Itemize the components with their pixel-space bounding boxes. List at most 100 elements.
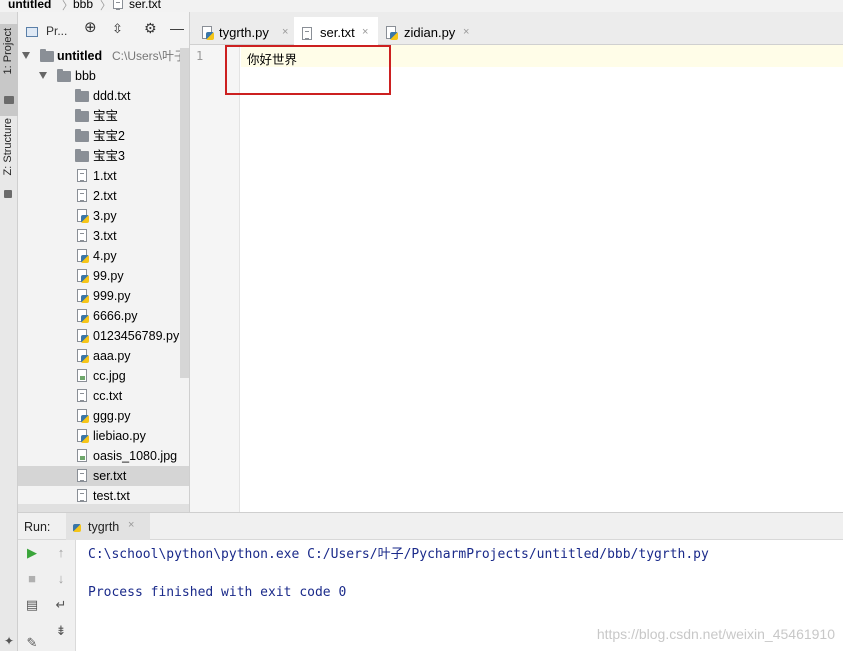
folder-icon — [75, 129, 89, 142]
txt-file-icon — [77, 229, 87, 242]
watermark: https://blog.csdn.net/weixin_45461910 — [596, 626, 835, 642]
tree-item-label: 宝宝3 — [93, 149, 125, 163]
breadcrumb-separator-icon: 〉 — [100, 0, 111, 12]
pin-icon: ✦ — [4, 634, 15, 648]
tree-file[interactable]: ggg.py — [18, 406, 189, 426]
scroll-to-end-icon[interactable]: ⇟ — [54, 624, 68, 638]
tree-file[interactable]: 3.txt — [18, 226, 189, 246]
close-icon[interactable]: × — [282, 20, 288, 45]
structure-icon — [4, 190, 12, 198]
tree-item-label: cc.txt — [93, 389, 123, 403]
tree-file[interactable]: oasis_1080.jpg — [18, 446, 189, 466]
tree-folder[interactable]: 宝宝3 — [18, 146, 189, 166]
breadcrumb-file[interactable]: ser.txt — [129, 0, 161, 11]
tree-file[interactable]: 99.py — [18, 266, 189, 286]
folder-icon — [75, 149, 89, 162]
chevron-down-icon[interactable] — [22, 52, 30, 59]
tree-item-label: 宝宝 — [93, 109, 119, 123]
breadcrumb-project[interactable]: untitled — [8, 0, 51, 11]
tree-file[interactable]: liebiao.py — [18, 426, 189, 446]
tree-item-label: 6666.py — [93, 309, 138, 323]
tree-file[interactable]: aaa.py — [18, 346, 189, 366]
chevron-down-icon[interactable] — [39, 72, 47, 79]
highlight-box — [225, 45, 391, 95]
tree-file[interactable]: 4.py — [18, 246, 189, 266]
tab-structure[interactable]: Z: Structure — [0, 118, 18, 208]
txt-file-icon — [113, 0, 123, 10]
tree-folder[interactable]: 宝宝 — [18, 106, 189, 126]
play-icon[interactable]: ▶ — [25, 546, 39, 560]
tree-file[interactable]: 0123456789.py — [18, 326, 189, 346]
tab-label: ser.txt — [320, 25, 355, 40]
project-view-selector[interactable]: Pr... — [46, 23, 67, 39]
tree-file[interactable]: test.txt — [18, 486, 189, 506]
tree-file[interactable]: 3.py — [18, 206, 189, 226]
tree-file[interactable]: 2.txt — [18, 186, 189, 206]
editor-area[interactable]: 1 你好世界 — [190, 45, 843, 512]
tree-file[interactable]: 6666.py — [18, 306, 189, 326]
arrow-up-icon[interactable]: ↑ — [54, 546, 68, 560]
breadcrumb-separator-icon: 〉 — [62, 0, 73, 12]
collapse-all-icon[interactable]: ⇳ — [112, 21, 123, 37]
run-tab-label: tygrth — [88, 520, 120, 534]
tree-folder-bbb[interactable]: bbb — [18, 66, 189, 86]
gear-icon[interactable]: ⚙ — [144, 20, 157, 36]
project-panel: Pr... ⊕ ⇳ ⚙ — untitled C:\Users\叶子 bbb d… — [18, 12, 190, 512]
root-name: untitled — [57, 49, 103, 63]
pin-icon[interactable]: ✎ — [25, 636, 39, 650]
tab-project[interactable]: 1: Project — [0, 24, 18, 116]
tree-item-label: 3.py — [93, 209, 117, 223]
tree-item-label: 99.py — [93, 269, 124, 283]
console-output[interactable]: C:\school\python\python.exe C:/Users/叶子/… — [77, 540, 843, 651]
tree-item-label: 2.txt — [93, 189, 117, 203]
crosshair-icon[interactable]: ⊕ — [84, 20, 97, 36]
tree-file[interactable]: cc.jpg — [18, 366, 189, 386]
tree-item-label: cc.jpg — [93, 369, 126, 383]
txt-file-icon — [77, 189, 87, 202]
tree-folder[interactable]: ddd.txt — [18, 86, 189, 106]
tree-file[interactable]: 999.py — [18, 286, 189, 306]
image-file-icon — [77, 369, 87, 382]
arrow-down-icon[interactable]: ↓ — [54, 572, 68, 586]
close-icon[interactable]: × — [128, 519, 134, 531]
project-scrollbar-horizontal[interactable] — [18, 504, 189, 512]
tree-item-label: oasis_1080.jpg — [93, 449, 178, 463]
folder-icon — [40, 49, 54, 62]
tree-file[interactable]: 1.txt — [18, 166, 189, 186]
project-toolbar: Pr... ⊕ ⇳ ⚙ — — [18, 20, 189, 44]
tree-file[interactable]: ser.txt — [18, 466, 189, 486]
close-icon[interactable]: × — [463, 20, 469, 45]
layout-icon[interactable]: ▤ — [25, 598, 39, 612]
tab-zidian-py[interactable]: zidian.py × — [382, 20, 478, 45]
tree-item-label: test.txt — [93, 489, 130, 503]
python-icon — [70, 519, 81, 532]
hide-panel-icon[interactable]: — — [170, 20, 184, 36]
tab-label: tygrth.py — [219, 25, 269, 40]
soft-wrap-icon[interactable]: ↵ — [54, 598, 68, 612]
python-file-icon — [77, 289, 89, 303]
stop-icon[interactable]: ■ — [25, 572, 39, 586]
tab-favorites[interactable]: ✦ — [0, 632, 18, 651]
close-icon[interactable]: × — [362, 20, 368, 45]
txt-file-icon — [77, 489, 87, 502]
python-file-icon — [77, 249, 89, 263]
tree-item-label: aaa.py — [93, 349, 131, 363]
folder-icon — [75, 89, 89, 102]
tree-item-label: 宝宝2 — [93, 129, 125, 143]
tree-folder[interactable]: 宝宝2 — [18, 126, 189, 146]
breadcrumb: untitled 〉 bbb 〉 ser.txt — [0, 0, 843, 12]
breadcrumb-folder[interactable]: bbb — [73, 0, 93, 11]
run-tab[interactable]: tygrth × — [66, 513, 150, 540]
txt-file-icon — [77, 389, 87, 402]
folder-name: bbb — [75, 69, 96, 83]
tab-tygrth-py[interactable]: tygrth.py × — [198, 20, 293, 45]
tab-label: zidian.py — [404, 25, 456, 40]
tree-item-label: 0123456789.py — [93, 329, 180, 343]
tab-ser-txt[interactable]: ser.txt × — [294, 17, 378, 45]
python-file-icon — [77, 269, 89, 283]
python-file-icon — [77, 409, 89, 423]
project-scrollbar[interactable] — [180, 48, 189, 378]
tree-root[interactable]: untitled C:\Users\叶子 — [18, 46, 189, 66]
line-gutter: 1 — [190, 45, 240, 512]
tree-file[interactable]: cc.txt — [18, 386, 189, 406]
